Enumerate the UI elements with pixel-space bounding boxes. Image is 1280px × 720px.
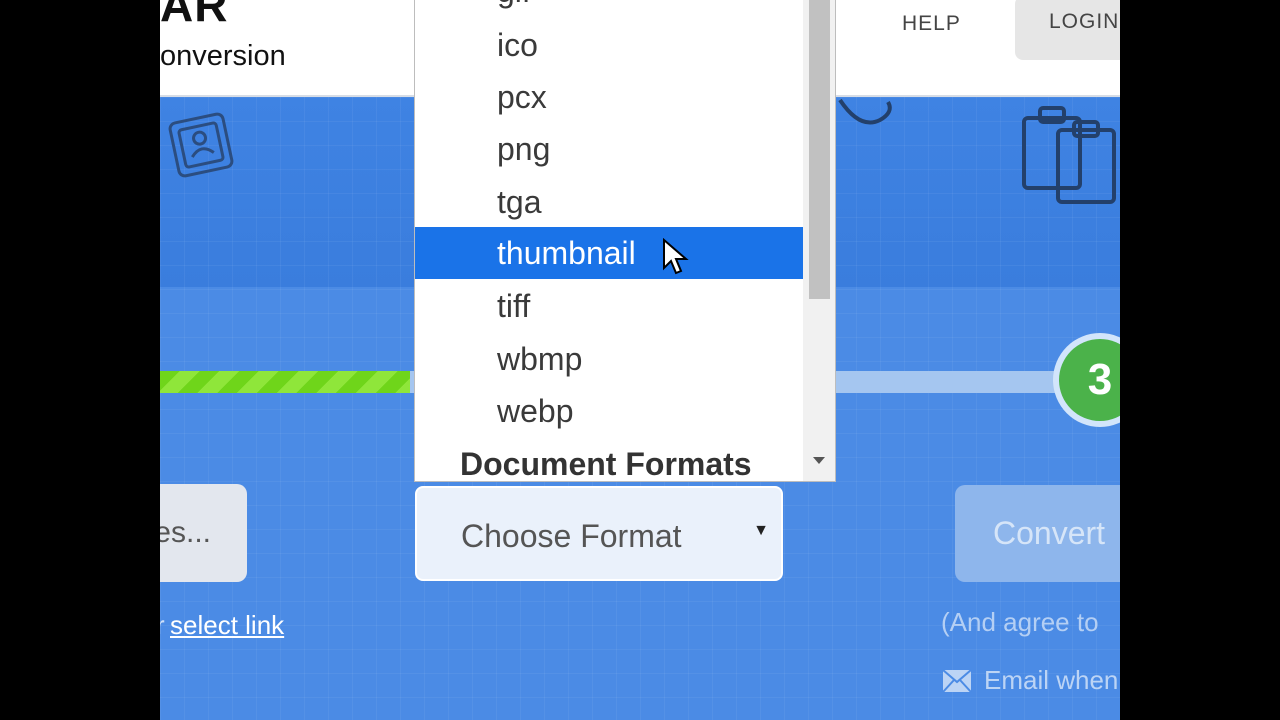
email-notification-option[interactable]: Email when	[942, 665, 1118, 696]
convert-button[interactable]: Convert	[955, 485, 1120, 582]
mouse-pointer-icon	[663, 238, 689, 275]
convert-button-label: Convert	[993, 515, 1106, 551]
terms-agreement-text: (And agree to	[941, 607, 1099, 637]
nav-help-link[interactable]: HELP	[902, 12, 961, 36]
format-option[interactable]: gif	[415, 0, 803, 17]
dropdown-scrollbar[interactable]	[803, 0, 835, 481]
format-option[interactable]: tga	[415, 176, 803, 228]
select-link-prefix: r	[160, 610, 165, 640]
email-notification-label: Email when	[984, 665, 1119, 695]
scrollbar-thumb[interactable]	[809, 0, 830, 299]
format-dropdown-list[interactable]: gif ico pcx png tga thumbnail tiff wbmp …	[414, 0, 836, 482]
id-badge-icon	[168, 112, 234, 178]
clipboard-icon	[1022, 106, 1116, 204]
progress-fill	[160, 371, 410, 393]
format-option[interactable]: webp	[415, 385, 803, 437]
select-link[interactable]: select link	[170, 610, 284, 641]
format-option[interactable]: tiff	[415, 280, 803, 332]
step-number: 3	[1059, 339, 1120, 421]
browser-viewport: AR onversion HELP LOGIN 3 es... r select…	[160, 0, 1120, 720]
format-select-label: Choose Format	[461, 518, 682, 554]
format-option[interactable]: wbmp	[415, 333, 803, 385]
format-option[interactable]: png	[415, 123, 803, 175]
choose-files-button[interactable]: es...	[160, 484, 247, 582]
logo-wordmark[interactable]: AR	[160, 0, 228, 32]
logo-tagline: onversion	[160, 40, 286, 72]
format-option-selected[interactable]: thumbnail	[415, 227, 803, 279]
envelope-icon	[942, 668, 972, 693]
scroll-down-arrow-icon[interactable]	[813, 457, 825, 464]
caret-down-icon: ▼	[753, 522, 769, 539]
format-select[interactable]: Choose Format ▼	[415, 486, 783, 581]
format-option[interactable]: pcx	[415, 71, 803, 123]
nav-login-button[interactable]: LOGIN	[1015, 0, 1120, 60]
format-option[interactable]: ico	[415, 19, 803, 71]
format-group-heading: Document Formats	[460, 446, 752, 482]
choose-files-label: es...	[160, 516, 211, 549]
paperclip-icon	[838, 98, 892, 125]
